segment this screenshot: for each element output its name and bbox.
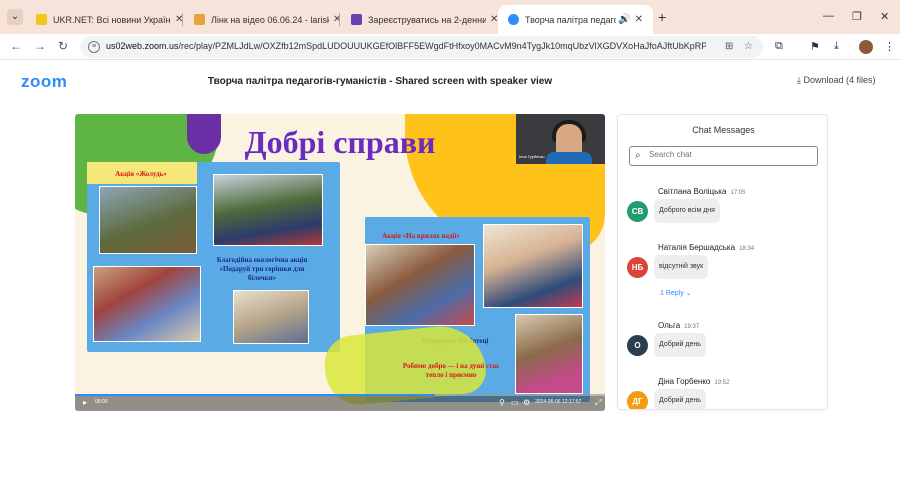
speaker-thumbnail[interactable]: Інна Гурбенко xyxy=(516,114,605,164)
browser-tab-bar: ⌄ UKR.NET: Всі новини України, ✕ Лінк на… xyxy=(0,0,900,34)
tab-title: Творча палітра педагогів xyxy=(525,14,617,25)
photo-children-table xyxy=(93,266,201,342)
progress-bar[interactable] xyxy=(75,394,436,396)
speaker-shirt xyxy=(546,152,592,164)
tab-favicon xyxy=(194,14,205,25)
tab-search-icon[interactable]: ⌄ xyxy=(7,9,23,25)
message-text: Добрий день xyxy=(654,389,706,409)
caption-zholud: Акція «Жолудь» xyxy=(115,170,167,178)
menu-kebab-icon[interactable]: ⋮ xyxy=(884,40,895,53)
browser-toolbar: ← → ↻ ≡ us02web.zoom.us/rec/play/PZMLJdL… xyxy=(0,34,900,60)
caption-robimo: Робимо добро — і на душі стає тепло і пр… xyxy=(402,362,500,379)
playback-time: 00:00 xyxy=(95,399,108,405)
tab-favicon xyxy=(36,14,47,25)
message-author: Діна Горбенко 19:52 xyxy=(658,377,730,386)
speaker-icon[interactable]: 🔊 xyxy=(618,14,630,25)
tab-title: Зареєструватись на 2-денний xyxy=(368,14,486,25)
back-icon[interactable]: ← xyxy=(10,39,22,53)
photo-presentation xyxy=(483,224,583,308)
caption-krylakh: Акція «На крилах надії» xyxy=(382,232,460,240)
site-info-icon[interactable]: ≡ xyxy=(88,41,100,53)
tab-ukrnet[interactable]: UKR.NET: Всі новини України, ✕ xyxy=(26,5,193,34)
chat-title: Chat Messages xyxy=(692,125,755,135)
photo-gift-library xyxy=(515,314,583,394)
fullscreen-icon[interactable]: ⤢ xyxy=(595,398,601,408)
reply-link[interactable]: 1 Reply ⌄ xyxy=(660,289,692,297)
download-button[interactable]: ⤓ Download (4 files) xyxy=(797,75,876,86)
tab-title: UKR.NET: Всі новини України, xyxy=(53,14,171,25)
photo-group-library xyxy=(365,244,475,326)
message-text: Добрий день xyxy=(654,333,706,357)
tab-register[interactable]: Зареєструватись на 2-денний ✕ xyxy=(341,5,508,34)
window-close-icon[interactable]: ✕ xyxy=(880,10,889,23)
search-icon: ⌕ xyxy=(635,150,641,161)
url-text: us02web.zoom.us/rec/play/PZMLJdLw/OXZfb1… xyxy=(106,41,706,51)
caption-icon[interactable]: ▭ xyxy=(511,398,519,407)
caption-eco: Благодійна екологічна акція «Подаруй три… xyxy=(216,256,308,282)
bookmark-star-icon[interactable]: ☆ xyxy=(744,41,753,52)
chevron-down-icon: ⌄ xyxy=(685,290,692,297)
close-icon[interactable]: ✕ xyxy=(635,14,643,25)
extensions-icon[interactable]: ⧉ xyxy=(775,40,783,53)
minimize-icon[interactable]: — xyxy=(823,10,834,22)
recording-title: Творча палітра педагогів-гуманістів - Sh… xyxy=(207,76,553,87)
translate-icon[interactable]: ⊞ xyxy=(725,41,733,52)
avatar: О xyxy=(627,335,648,356)
message-author: Світлана Воліцька 17:05 xyxy=(658,187,746,196)
settings-icon[interactable]: ⚙ xyxy=(523,398,530,407)
download-label: Download (4 files) xyxy=(803,75,876,85)
playback-controls: ▸ 00:00 ⚲ ▭ ⚙ 2024-06-06 12:17:57 ⤢ xyxy=(75,394,605,411)
message-text: Доброго всім дня xyxy=(654,199,720,223)
extension-icon[interactable]: ⚑ xyxy=(810,40,820,53)
message-text: відсутній звук xyxy=(654,255,709,279)
recording-timestamp: 2024-06-06 12:17:57 xyxy=(535,399,582,405)
play-icon[interactable]: ▸ xyxy=(83,398,87,407)
tab-favicon xyxy=(508,14,519,25)
profile-avatar[interactable] xyxy=(859,40,873,54)
message-author: Наталія Бершадська 18:34 xyxy=(658,243,755,252)
plus-icon[interactable]: + xyxy=(658,9,666,25)
photo-donations xyxy=(233,290,309,344)
tab-zoom-recording[interactable]: Творча палітра педагогів 🔊 ✕ xyxy=(498,5,653,34)
avatar: НБ xyxy=(627,257,648,278)
speaker-name: Інна Гурбенко xyxy=(519,154,545,159)
tab-divider xyxy=(182,13,183,26)
tab-video-link[interactable]: Лінк на відео 06.06.24 - larisk ✕ xyxy=(184,5,351,34)
tab-title: Лінк на відео 06.06.24 - larisk xyxy=(211,14,329,25)
video-player[interactable]: Добрі справи Акція «Жолудь» Благодійна е… xyxy=(75,114,605,411)
avatar: СВ xyxy=(627,201,648,222)
tab-divider xyxy=(339,13,340,26)
photo-group-outdoors xyxy=(213,174,323,246)
message-author: Ольга 19:37 xyxy=(658,321,700,330)
tab-favicon xyxy=(351,14,362,25)
speed-icon[interactable]: ⚲ xyxy=(499,398,505,407)
reload-icon[interactable]: ↻ xyxy=(58,39,68,53)
chat-search-input[interactable] xyxy=(649,150,809,159)
photo-oak-tree xyxy=(99,186,197,254)
download-icon: ⤓ xyxy=(797,75,801,85)
avatar: ДГ xyxy=(627,391,648,409)
forward-icon[interactable]: → xyxy=(34,39,46,53)
address-bar[interactable]: ≡ us02web.zoom.us/rec/play/PZMLJdLw/OXZf… xyxy=(80,36,763,58)
chat-search-box[interactable]: ⌕ xyxy=(629,146,818,166)
download-tray-icon[interactable]: ⤓ xyxy=(834,40,839,53)
maximize-icon[interactable]: ❐ xyxy=(852,10,862,23)
chat-panel: Chat Messages ⌕ СВ Світлана Воліцька17:0… xyxy=(617,114,828,410)
